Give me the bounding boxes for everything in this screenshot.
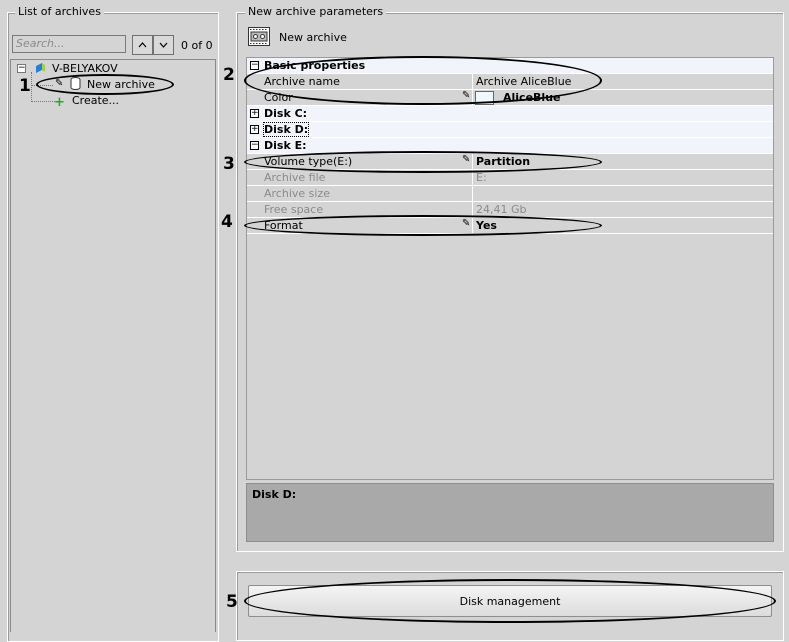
callout-number: 1: [19, 76, 31, 96]
callout-number: 3: [223, 154, 235, 174]
category-label: Disk C:: [264, 107, 308, 120]
add-icon: +: [54, 95, 65, 110]
edit-pencil-icon: ✎: [462, 90, 471, 101]
volume-type-value[interactable]: Partition: [476, 155, 530, 168]
video-archive-icon: [248, 27, 270, 49]
create-archive-item[interactable]: Create...: [72, 94, 119, 107]
server-icon: [33, 61, 47, 78]
search-input[interactable]: Search...: [12, 35, 126, 53]
chevron-up-icon: [138, 42, 147, 48]
property-grid: − Basic properties Archive name Archive …: [246, 57, 774, 480]
tree-guide: [31, 85, 53, 86]
property-row-archive-file: Archive file E:: [247, 170, 773, 186]
category-basic-properties[interactable]: − Basic properties: [247, 58, 773, 74]
color-value[interactable]: AliceBlue: [503, 91, 560, 104]
property-row-archive-name[interactable]: Archive name Archive AliceBlue: [247, 74, 773, 90]
collapse-icon[interactable]: −: [250, 61, 259, 70]
property-key: Color: [264, 91, 293, 104]
collapse-server-toggle[interactable]: −: [17, 64, 26, 73]
column-divider: [472, 170, 473, 186]
archive-name-value[interactable]: Archive AliceBlue: [476, 75, 571, 88]
column-divider: [472, 218, 473, 234]
expand-icon[interactable]: +: [250, 109, 259, 118]
category-disk-e[interactable]: − Disk E:: [247, 138, 773, 154]
format-value[interactable]: Yes: [476, 219, 497, 232]
list-of-archives-legend: List of archives: [15, 5, 104, 18]
category-disk-d[interactable]: + Disk D:: [247, 122, 773, 138]
category-label: Disk E:: [264, 139, 307, 152]
next-result-button[interactable]: [153, 35, 174, 55]
property-key: Volume type(E:): [264, 155, 353, 168]
archive-tree: [10, 59, 216, 632]
property-row-format[interactable]: Format ✎ Yes: [247, 218, 773, 234]
category-label: Disk D:: [262, 122, 310, 137]
server-node[interactable]: V-BELYAKOV: [52, 62, 118, 75]
column-divider: [472, 154, 473, 170]
property-row-free-space: Free space 24,41 Gb: [247, 202, 773, 218]
archive-database-icon: [70, 77, 81, 93]
archive-file-value: E:: [476, 171, 487, 184]
disk-management-button[interactable]: Disk management: [248, 585, 772, 617]
callout-number: 5: [226, 592, 238, 612]
description-panel: Disk D:: [246, 483, 774, 542]
column-divider: [472, 74, 473, 90]
category-disk-c[interactable]: + Disk C:: [247, 106, 773, 122]
description-title: Disk D:: [252, 488, 297, 501]
edit-pencil-icon: ✎: [462, 154, 471, 165]
free-space-value: 24,41 Gb: [476, 203, 527, 216]
tree-guide: [31, 72, 32, 102]
property-row-color[interactable]: Color ✎ AliceBlue: [247, 90, 773, 106]
property-key: Format: [264, 219, 303, 232]
previous-result-button[interactable]: [132, 35, 153, 55]
collapse-icon[interactable]: −: [250, 141, 259, 150]
column-divider: [472, 186, 473, 202]
category-label: Basic properties: [264, 59, 366, 72]
new-archive-parameters-legend: New archive parameters: [245, 5, 387, 18]
expand-icon[interactable]: +: [250, 125, 259, 134]
chevron-down-icon: [159, 42, 168, 48]
color-swatch[interactable]: [475, 91, 494, 105]
archive-header-title: New archive: [279, 31, 347, 44]
edit-pencil-icon: ✎: [462, 218, 471, 229]
callout-number: 2: [223, 65, 235, 85]
edit-pencil-icon: ✎: [55, 78, 64, 89]
property-key: Archive name: [264, 75, 340, 88]
column-divider: [472, 202, 473, 218]
column-divider: [472, 90, 473, 106]
property-key: Archive file: [264, 171, 326, 184]
archive-node-new-archive[interactable]: New archive: [87, 78, 155, 91]
property-key: Free space: [264, 203, 324, 216]
search-counter: 0 of 0: [181, 39, 213, 52]
property-row-volume-type[interactable]: Volume type(E:) ✎ Partition: [247, 154, 773, 170]
property-key: Archive size: [264, 187, 330, 200]
callout-number: 4: [221, 212, 233, 232]
property-row-archive-size: Archive size: [247, 186, 773, 202]
